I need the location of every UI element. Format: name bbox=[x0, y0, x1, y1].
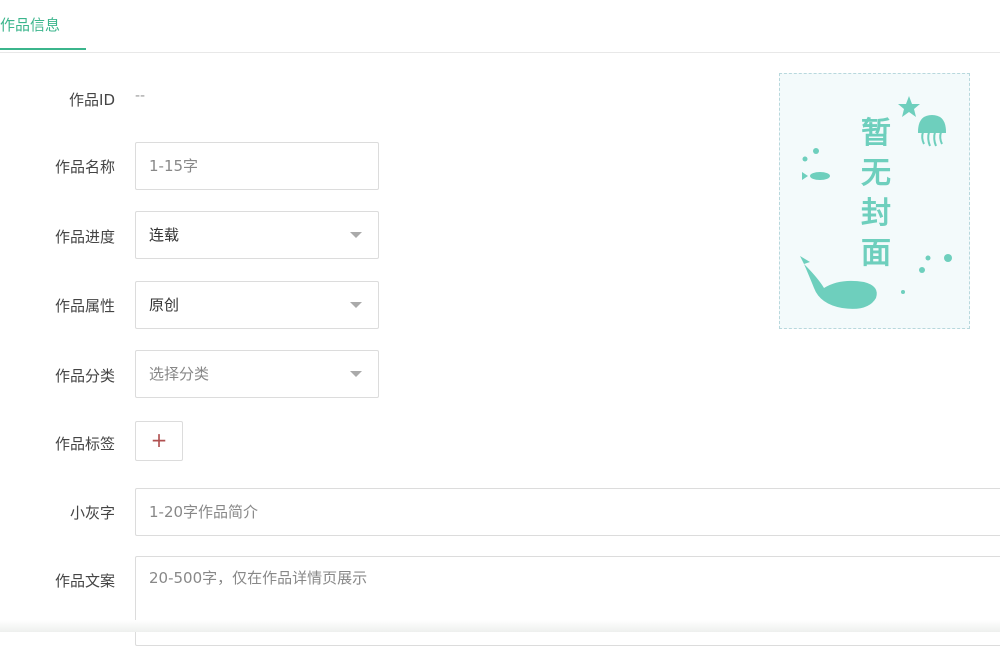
bubble-icon bbox=[813, 148, 819, 154]
cover-upload[interactable]: 暂 无 封 面 bbox=[779, 73, 970, 329]
star-icon bbox=[898, 96, 920, 117]
add-tag-button[interactable]: + bbox=[135, 421, 183, 461]
bubble-icon bbox=[901, 290, 905, 294]
work-progress-select[interactable]: 连载 bbox=[135, 211, 379, 259]
bubble-icon bbox=[944, 254, 952, 262]
work-category-select[interactable]: 选择分类 bbox=[135, 350, 379, 398]
work-name-input[interactable]: 1-15字 bbox=[135, 142, 379, 190]
subtitle-label: 小灰字 bbox=[69, 504, 115, 522]
work-progress-value: 连载 bbox=[149, 226, 180, 244]
work-attribute-label: 作品属性 bbox=[54, 297, 115, 315]
bottom-divider bbox=[0, 620, 1000, 632]
bubble-icon bbox=[925, 255, 931, 261]
work-name-label: 作品名称 bbox=[54, 158, 115, 176]
work-category-placeholder: 选择分类 bbox=[149, 365, 210, 383]
chevron-down-icon bbox=[350, 371, 362, 377]
tab-work-info[interactable]: 作品信息 bbox=[0, 14, 87, 50]
work-id-value: -- bbox=[135, 88, 146, 104]
work-attribute-value: 原创 bbox=[149, 296, 180, 314]
bubble-icon bbox=[802, 156, 808, 162]
work-id-label: 作品ID bbox=[69, 91, 115, 109]
jellyfish-icon bbox=[917, 114, 947, 147]
work-attribute-select[interactable]: 原创 bbox=[135, 281, 379, 329]
work-copy-textarea[interactable]: 20-500字，仅在作品详情页展示 bbox=[135, 556, 1000, 646]
work-tags-label: 作品标签 bbox=[54, 435, 115, 453]
tab-bar: 作品信息 bbox=[0, 0, 1000, 53]
fish-icon bbox=[802, 172, 830, 180]
chevron-down-icon bbox=[350, 302, 362, 308]
subtitle-input[interactable]: 1-20字作品简介 bbox=[135, 488, 1000, 536]
cover-placeholder-text: 暂 无 封 面 bbox=[861, 116, 891, 271]
work-copy-label: 作品文案 bbox=[54, 572, 115, 590]
work-progress-label: 作品进度 bbox=[54, 228, 115, 246]
work-category-label: 作品分类 bbox=[54, 367, 115, 385]
bubble-icon bbox=[919, 267, 925, 273]
chevron-down-icon bbox=[350, 232, 362, 238]
